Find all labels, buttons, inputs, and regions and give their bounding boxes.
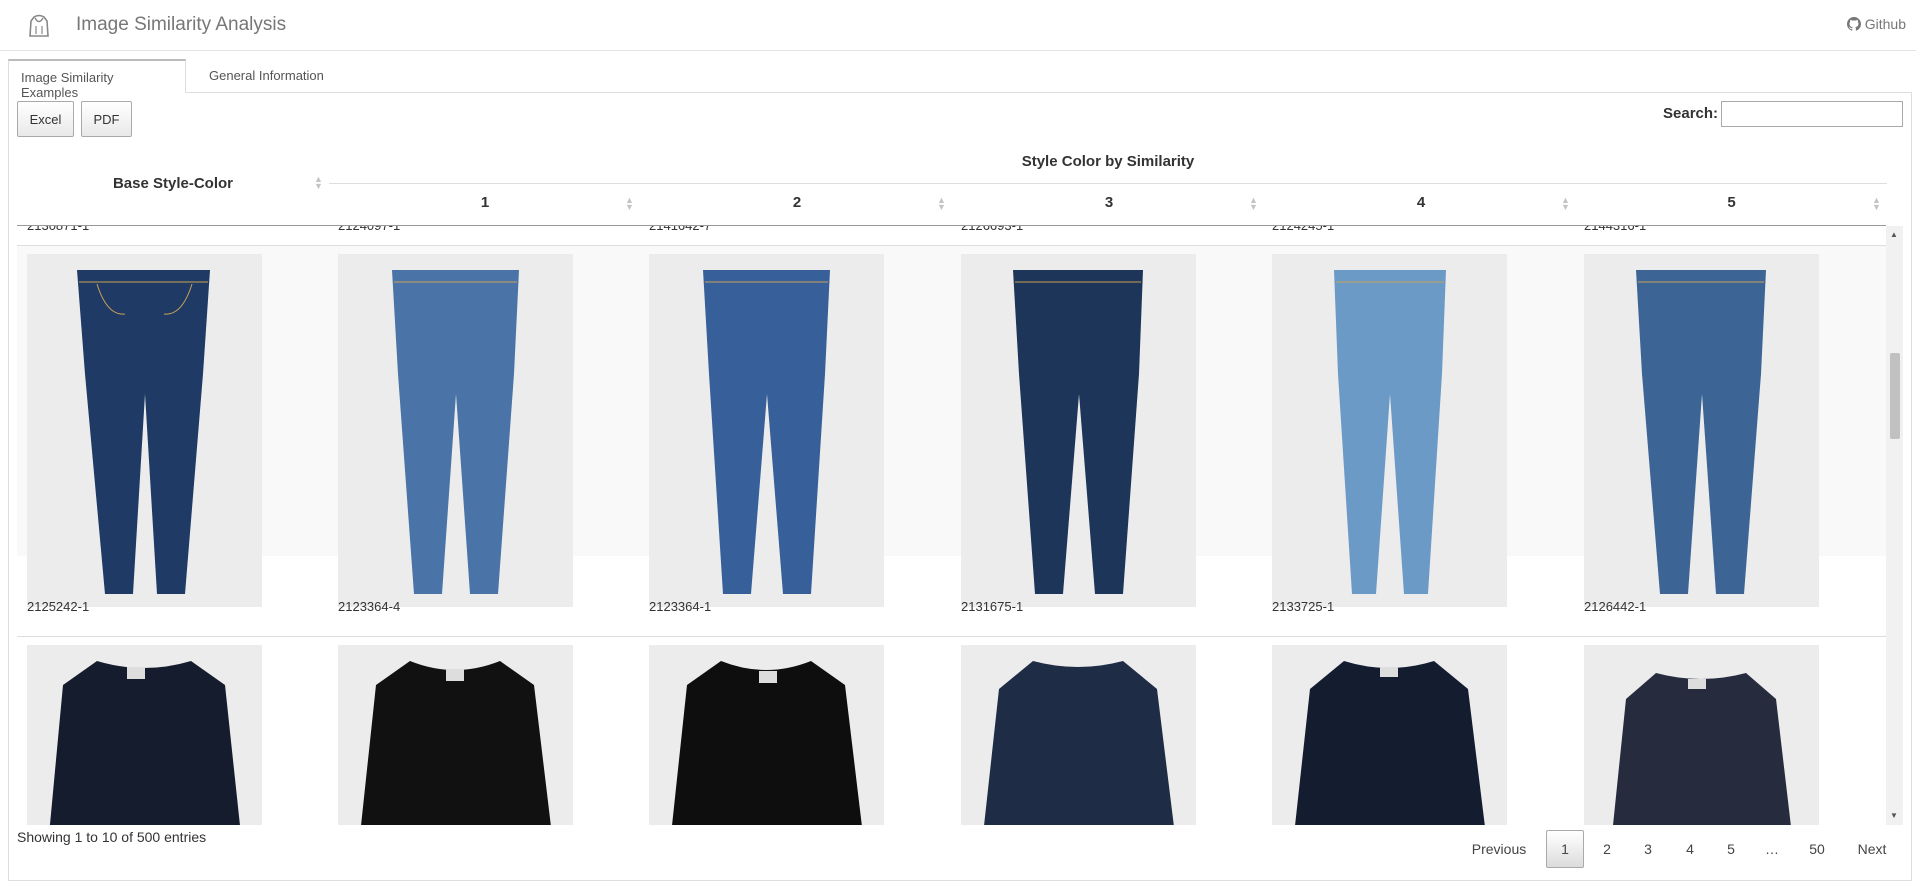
table-cell-label: 2133725-1	[1272, 599, 1335, 614]
tab-bar: Image Similarity Examples General Inform…	[8, 59, 1912, 100]
blouse-image-icon	[1295, 661, 1485, 825]
table-cell-label: 2124245-1	[1272, 226, 1334, 233]
scroll-down-arrow-icon[interactable]: ▼	[1890, 811, 1898, 820]
jeans-image-icon	[703, 270, 830, 594]
table-cell-label: 2131675-1	[961, 599, 1024, 614]
table-cell-label: 2123364-1	[649, 599, 712, 614]
table-scrollbar[interactable]: ▲ ▼	[1886, 226, 1903, 825]
sort-icon[interactable]: ▲ ▼	[937, 196, 946, 212]
app-title: Image Similarity Analysis	[76, 14, 287, 35]
tab-general-information[interactable]: General Information	[197, 59, 336, 93]
product-image-jeans[interactable]	[961, 254, 1196, 607]
jeans-image-icon	[392, 270, 519, 594]
github-link[interactable]: Github	[1846, 16, 1906, 32]
column-header-5[interactable]: 5	[1577, 194, 1886, 211]
blouse-image-icon	[984, 661, 1174, 825]
github-label: Github	[1864, 16, 1906, 32]
search-input[interactable]	[1721, 101, 1903, 127]
product-image-blouse[interactable]	[1272, 645, 1507, 825]
scrollbar-thumb[interactable]	[1890, 353, 1900, 439]
jeans-image-icon	[1334, 270, 1446, 594]
sort-icon[interactable]: ▲ ▼	[1561, 196, 1570, 212]
column-header-4[interactable]: 4	[1265, 194, 1577, 211]
column-header-3[interactable]: 3	[953, 194, 1265, 211]
table-cell-label: 2144316-1	[1584, 226, 1646, 233]
product-image-jeans[interactable]	[27, 254, 262, 607]
cardigan-image-icon	[1613, 673, 1791, 825]
jeans-image-icon	[1013, 270, 1143, 594]
cardigan-image-icon	[672, 661, 862, 825]
cardigan-image-icon	[49, 661, 240, 825]
table-cell-label: 2126693-1	[961, 226, 1023, 233]
jeans-image-icon	[1636, 270, 1766, 594]
pagination-page-50[interactable]: 50	[1798, 830, 1836, 868]
pagination-ellipsis: …	[1765, 841, 1779, 857]
pdf-export-button[interactable]: PDF	[81, 101, 132, 137]
pagination-previous[interactable]: Previous	[1465, 830, 1533, 868]
product-image-cardigan[interactable]	[27, 645, 262, 825]
column-header-1[interactable]: 1	[329, 194, 641, 211]
sort-icon[interactable]: ▲ ▼	[625, 196, 634, 212]
search-label: Search:	[1663, 105, 1719, 122]
product-image-cardigan[interactable]	[649, 645, 884, 825]
product-image-blouse[interactable]	[961, 645, 1196, 825]
cardigan-image-icon	[361, 661, 551, 825]
product-image-jeans[interactable]	[338, 254, 573, 607]
table-info: Showing 1 to 10 of 500 entries	[17, 829, 207, 845]
table-cell-label: 2124097-1	[338, 226, 400, 233]
product-image-cardigan[interactable]	[338, 645, 573, 825]
base-header-label: Base Style-Color	[112, 175, 234, 192]
product-image-cardigan[interactable]	[1584, 645, 1819, 825]
hoodie-logo-icon	[29, 14, 49, 37]
pagination-page-2[interactable]: 2	[1588, 830, 1626, 868]
pagination-next[interactable]: Next	[1848, 830, 1896, 868]
table-cell-label: 2125242-1	[27, 599, 90, 614]
excel-export-button[interactable]: Excel	[17, 101, 74, 137]
group-header-divider	[329, 183, 1887, 184]
column-header-base-style-color[interactable]: Base Style-Color	[17, 175, 329, 192]
row-divider	[17, 636, 1886, 637]
sort-icon[interactable]: ▲ ▼	[314, 175, 323, 191]
table-row	[17, 246, 1886, 607]
pagination-page-5[interactable]: 5	[1712, 830, 1750, 868]
scroll-up-arrow-icon[interactable]: ▲	[1890, 230, 1898, 239]
product-image-jeans[interactable]	[1584, 254, 1819, 607]
pagination-page-3[interactable]: 3	[1629, 830, 1667, 868]
table-cell-label: 2123364-4	[338, 599, 401, 614]
pagination-page-4[interactable]: 4	[1671, 830, 1709, 868]
group-header-style-color-by-similarity: Style Color by Similarity	[1021, 153, 1195, 170]
column-header-2[interactable]: 2	[641, 194, 953, 211]
jeans-image-icon	[77, 270, 210, 594]
table-cell-label: 2141642-7	[649, 226, 711, 233]
product-image-jeans[interactable]	[649, 254, 884, 607]
table-cell-label: 2130871-1	[27, 226, 89, 233]
table-body[interactable]: 2130871-1 2124097-1 2141642-7 2126693-1 …	[17, 226, 1886, 825]
tab-image-similarity-examples[interactable]: Image Similarity Examples	[8, 59, 186, 100]
top-navbar: Image Similarity Analysis Github	[0, 0, 1916, 51]
sort-icon[interactable]: ▲ ▼	[1249, 196, 1258, 212]
pagination-page-1[interactable]: 1	[1546, 830, 1584, 868]
github-icon	[1846, 17, 1861, 31]
product-image-jeans[interactable]	[1272, 254, 1507, 607]
sort-icon[interactable]: ▲ ▼	[1872, 196, 1881, 212]
table-cell-label: 2126442-1	[1584, 599, 1647, 614]
